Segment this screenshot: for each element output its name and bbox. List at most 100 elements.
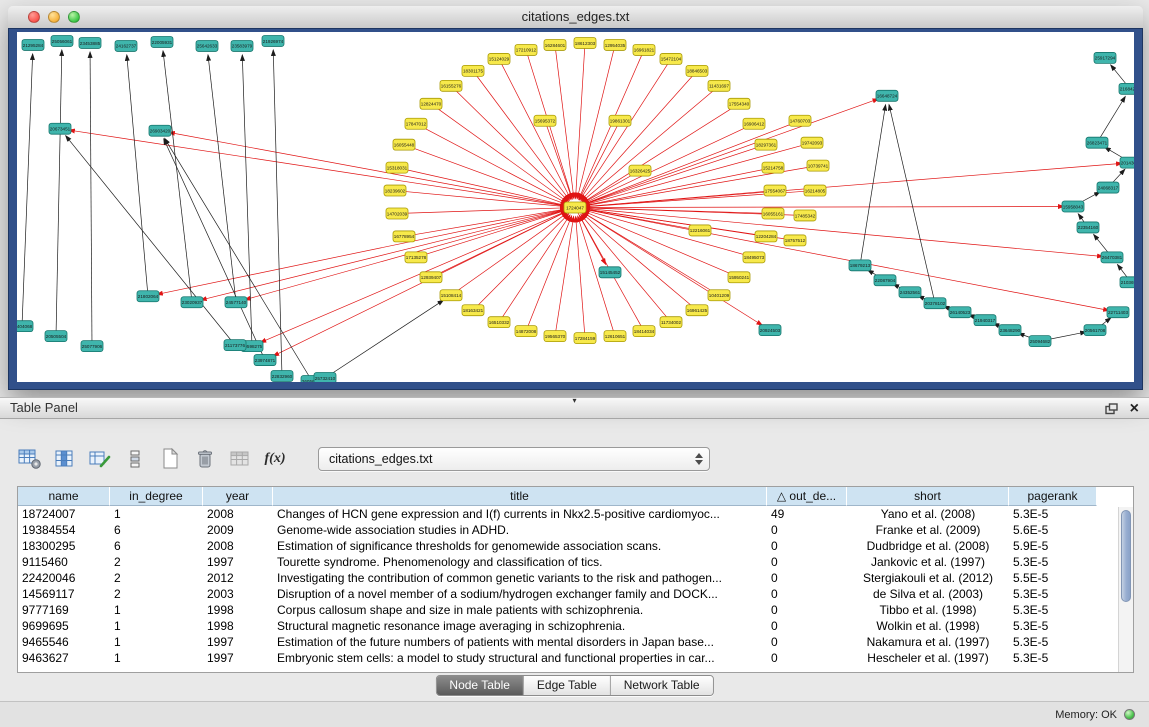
table-row[interactable]: 2242004622012Investigating the contribut… [18, 570, 1133, 586]
graph-node[interactable]: 25094682 [1029, 336, 1051, 347]
graph-node[interactable]: 19742093 [801, 137, 823, 148]
graph-node[interactable]: 25732410 [314, 373, 336, 382]
graph-node[interactable]: 16961425 [686, 305, 708, 316]
graph-node[interactable]: 16155276 [440, 80, 462, 91]
column-header-title[interactable]: title [273, 487, 767, 506]
column-header-short[interactable]: short [847, 487, 1009, 506]
function-icon[interactable]: f(x) [261, 446, 289, 472]
graph-node[interactable]: 25056061 [51, 35, 73, 46]
graph-node[interactable]: 15318031 [386, 162, 408, 173]
graph-node[interactable]: 16326425 [629, 165, 651, 176]
graph-node[interactable]: 11734002 [660, 317, 682, 328]
graph-node[interactable]: 17554067 [764, 185, 786, 196]
graph-node[interactable]: 18757512 [784, 235, 806, 246]
graph-node[interactable]: 20378102 [924, 298, 946, 309]
close-panel-icon[interactable]: × [1130, 399, 1139, 419]
table-row[interactable]: 977716911998Corpus callosum shape and si… [18, 602, 1133, 618]
graph-node[interactable]: 15950241 [728, 272, 750, 283]
graph-node[interactable]: 21802064 [137, 291, 159, 302]
graph-node[interactable]: 10739741 [807, 160, 829, 171]
graph-node[interactable]: 20673451 [49, 123, 71, 134]
graph-node[interactable]: 16961821 [633, 44, 655, 55]
graph-node[interactable]: 14702039 [386, 208, 408, 219]
column-header-name[interactable]: name [18, 487, 110, 506]
column-header-year[interactable]: year [203, 487, 273, 506]
table-row[interactable]: 1872400712008Changes of HCN gene express… [18, 506, 1133, 522]
graph-node[interactable]: 21173776 [224, 340, 246, 351]
panel-splitter-handle[interactable]: ▾ [572, 396, 576, 405]
graph-node[interactable]: 23453885 [79, 37, 101, 48]
graph-node[interactable]: 15214758 [762, 162, 784, 173]
graph-node[interactable]: 16778954 [393, 231, 415, 242]
graph-node[interactable]: 19861301 [609, 115, 631, 126]
graph-node[interactable]: 23583979 [231, 40, 253, 51]
tab-edge-table[interactable]: Edge Table [524, 676, 611, 695]
columns-icon[interactable] [51, 446, 79, 472]
table-row[interactable]: 969969511998Structural magnetic resonanc… [18, 618, 1133, 634]
graph-node[interactable]: 22005931 [151, 36, 173, 47]
scrollbar-thumb[interactable] [1121, 510, 1131, 602]
graph-node[interactable]: 17847012 [405, 118, 427, 129]
graph-node[interactable]: 17485342 [794, 210, 816, 221]
graph-node[interactable]: 18297361 [755, 139, 777, 150]
table-options-icon[interactable] [16, 446, 44, 472]
table-row[interactable]: 1938455462009Genome-wide association stu… [18, 522, 1133, 538]
graph-node[interactable]: 15958043 [1062, 201, 1084, 212]
tab-node-table[interactable]: Node Table [436, 676, 524, 695]
graph-node[interactable]: 18301175 [462, 65, 484, 76]
graph-node[interactable]: 16284601 [544, 39, 566, 50]
new-document-icon[interactable] [156, 446, 184, 472]
column-header-in_degree[interactable]: in_degree [110, 487, 203, 506]
graph-node[interactable]: 22711403 [1107, 307, 1129, 318]
graph-node[interactable]: 16055161 [762, 208, 784, 219]
graph-node[interactable]: 26903420 [149, 125, 171, 136]
graph-node[interactable]: 15472104 [660, 53, 682, 64]
graph-node[interactable]: 18239602 [384, 185, 406, 196]
graph-node[interactable]: 12824470 [420, 98, 442, 109]
graph-node[interactable]: 19404068 [17, 321, 33, 332]
tab-network-table[interactable]: Network Table [611, 676, 713, 695]
table-row[interactable]: 911546021997Tourette syndrome. Phenomeno… [18, 554, 1133, 570]
graph-node[interactable]: 18679213 [849, 260, 871, 271]
column-header-out_de[interactable]: △ out_de... [767, 487, 847, 506]
graph-node[interactable]: 18612303 [574, 37, 596, 48]
graph-node[interactable]: 23974871 [254, 355, 276, 366]
graph-node[interactable]: 16510332 [488, 317, 510, 328]
graph-node[interactable]: 21926974 [262, 35, 284, 46]
rows-icon[interactable] [121, 446, 149, 472]
graph-node[interactable]: 17135278 [405, 252, 427, 263]
graph-node[interactable]: 20143052 [1120, 157, 1134, 168]
table-scrollbar[interactable] [1118, 507, 1133, 672]
graph-node[interactable]: 24352561 [899, 287, 921, 298]
graph-node[interactable]: 26140523 [949, 307, 971, 318]
graph-node[interactable]: 20505504 [45, 331, 67, 342]
graph-node[interactable]: 24162737 [115, 40, 137, 51]
graph-node[interactable]: 23020937 [181, 297, 203, 308]
graph-node[interactable]: 25077906 [81, 341, 103, 352]
graph-node[interactable]: 18846503 [686, 65, 708, 76]
graph-node[interactable]: 21295284 [22, 39, 44, 50]
graph-node[interactable]: 17210912 [515, 44, 537, 55]
table-row[interactable]: 946554611997Estimation of the future num… [18, 634, 1133, 650]
graph-node[interactable]: 24068317 [1097, 182, 1119, 193]
graph-node[interactable]: 26470381 [1101, 252, 1123, 263]
graph-node[interactable]: 20924503 [759, 325, 781, 336]
graph-node[interactable]: 12610651 [604, 331, 626, 342]
edit-table-icon[interactable] [86, 446, 114, 472]
table-row[interactable]: 1456911722003Disruption of a novel membe… [18, 586, 1133, 602]
graph-node[interactable]: 25917294 [1094, 52, 1116, 63]
graph-node[interactable]: 19565370 [544, 331, 566, 342]
graph-node[interactable]: 22832960 [271, 371, 293, 382]
graph-node[interactable]: 10401209 [708, 290, 730, 301]
graph-node[interactable]: 17554340 [728, 98, 750, 109]
graph-node[interactable]: 12216061 [689, 225, 711, 236]
graph-node[interactable]: 15108414 [440, 290, 462, 301]
graph-node[interactable]: 12204284 [755, 231, 777, 242]
table-row[interactable]: 946362711997Embryonic stem cells: a mode… [18, 650, 1133, 666]
column-header-pagerank[interactable]: pagerank [1009, 487, 1097, 506]
float-panel-icon[interactable] [1105, 403, 1118, 415]
graph-node[interactable]: 12939407 [420, 272, 442, 283]
graph-node[interactable]: 21940317 [974, 315, 996, 326]
graph-node[interactable]: 21684205 [1119, 83, 1134, 94]
graph-node[interactable]: 1724047 [564, 202, 586, 213]
